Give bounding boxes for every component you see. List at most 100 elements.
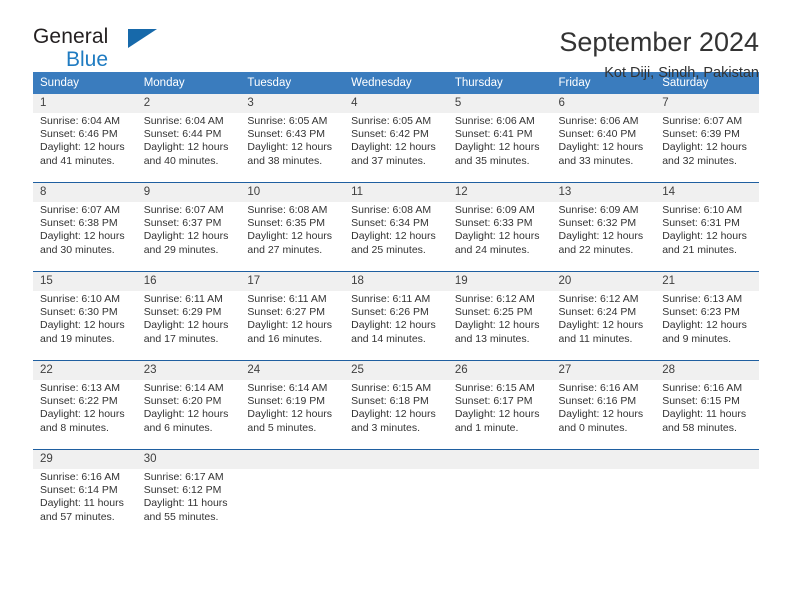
day-cell[interactable]: Sunrise: 6:14 AM Sunset: 6:19 PM Daylight:… [240, 380, 345, 442]
week-2-day-details: Sunrise: 6:07 AM Sunset: 6:38 PM Daylight:… [33, 202, 759, 264]
day-cell[interactable]: Sunrise: 6:12 AM Sunset: 6:25 PM Daylight:… [447, 291, 552, 353]
daylight-text-line1: Daylight: 12 hours [40, 141, 125, 154]
day-number[interactable]: 1 [33, 94, 137, 113]
daylight-text-line2: and 32 minutes. [662, 154, 737, 167]
day-number[interactable]: 3 [240, 94, 345, 113]
day-number[interactable]: 29 [33, 450, 137, 469]
day-number[interactable]: 27 [551, 361, 656, 380]
day-number[interactable]: 5 [447, 94, 552, 113]
day-cell[interactable]: Sunrise: 6:14 AM Sunset: 6:20 PM Daylight:… [136, 380, 241, 442]
day-number[interactable]: 16 [136, 272, 241, 291]
daylight-text-line1: Daylight: 12 hours [351, 408, 436, 421]
day-cell[interactable]: Sunrise: 6:12 AM Sunset: 6:24 PM Daylight:… [551, 291, 656, 353]
week-spacer-cell [33, 264, 759, 272]
day-cell[interactable]: Sunrise: 6:09 AM Sunset: 6:32 PM Daylight:… [551, 202, 656, 264]
sunrise-text: Sunrise: 6:10 AM [40, 293, 120, 305]
day-cell[interactable]: Sunrise: 6:16 AM Sunset: 6:15 PM Daylight:… [655, 380, 759, 442]
day-number[interactable]: 9 [136, 183, 241, 202]
day-number[interactable]: 26 [447, 361, 552, 380]
day-cell[interactable]: Sunrise: 6:11 AM Sunset: 6:26 PM Daylight:… [344, 291, 448, 353]
sunrise-text: Sunrise: 6:06 AM [558, 115, 639, 127]
day-number[interactable]: 7 [655, 94, 759, 113]
day-cell[interactable]: Sunrise: 6:16 AM Sunset: 6:16 PM Daylight:… [551, 380, 656, 442]
day-cell[interactable]: Sunrise: 6:11 AM Sunset: 6:29 PM Daylight:… [136, 291, 241, 353]
day-cell[interactable]: Sunrise: 6:08 AM Sunset: 6:35 PM Daylight:… [240, 202, 345, 264]
day-cell[interactable]: Sunrise: 6:07 AM Sunset: 6:38 PM Daylight:… [33, 202, 137, 264]
daylight-text-line2: and 40 minutes. [143, 154, 219, 167]
day-number[interactable]: 30 [136, 450, 241, 469]
day-number[interactable]: 28 [655, 361, 759, 380]
day-number[interactable]: 6 [551, 94, 656, 113]
day-number[interactable]: 23 [136, 361, 241, 380]
daylight-text-line1: Daylight: 11 hours [143, 497, 228, 510]
sunrise-text: Sunrise: 6:06 AM [454, 115, 535, 127]
day-number[interactable]: 20 [551, 272, 656, 291]
day-cell-empty [551, 469, 656, 531]
sunrise-text: Sunrise: 6:11 AM [143, 293, 223, 305]
page-header: General Blue September 2024 Kot Diji, Si… [33, 0, 759, 81]
day-cell[interactable]: Sunrise: 6:06 AM Sunset: 6:41 PM Daylight:… [447, 113, 552, 175]
daylight-text-line2: and 25 minutes. [351, 243, 426, 256]
day-cell[interactable]: Sunrise: 6:05 AM Sunset: 6:42 PM Daylight:… [344, 113, 448, 175]
day-number[interactable]: 25 [344, 361, 448, 380]
logo-text-general: General [33, 25, 109, 48]
week-5-day-details: Sunrise: 6:16 AM Sunset: 6:14 PM Daylight:… [33, 469, 759, 531]
day-cell[interactable]: Sunrise: 6:13 AM Sunset: 6:22 PM Daylight:… [33, 380, 137, 442]
day-number[interactable]: 14 [655, 183, 759, 202]
logo-triangle-icon [128, 29, 157, 48]
daylight-text-line1: Daylight: 12 hours [247, 141, 333, 154]
daylight-text-line1: Daylight: 12 hours [143, 230, 229, 243]
day-cell[interactable]: Sunrise: 6:07 AM Sunset: 6:39 PM Daylight:… [655, 113, 759, 175]
daylight-text-line1: Daylight: 12 hours [143, 319, 229, 332]
sunrise-text: Sunrise: 6:08 AM [247, 204, 328, 216]
sunset-text: Sunset: 6:14 PM [40, 484, 118, 497]
week-2-day-numbers: 8 9 10 11 12 13 14 [33, 183, 759, 202]
sunset-text: Sunset: 6:30 PM [40, 306, 118, 319]
sunset-text: Sunset: 6:41 PM [454, 128, 533, 141]
sunset-text: Sunset: 6:22 PM [40, 395, 118, 408]
day-number[interactable]: 24 [240, 361, 345, 380]
day-cell[interactable]: Sunrise: 6:07 AM Sunset: 6:37 PM Daylight:… [136, 202, 241, 264]
day-cell[interactable]: Sunrise: 6:10 AM Sunset: 6:30 PM Daylight:… [33, 291, 137, 353]
sunset-text: Sunset: 6:12 PM [143, 484, 222, 497]
day-cell[interactable]: Sunrise: 6:16 AM Sunset: 6:14 PM Daylight:… [33, 469, 137, 531]
day-cell[interactable]: Sunrise: 6:08 AM Sunset: 6:34 PM Daylight:… [344, 202, 448, 264]
day-number[interactable]: 4 [344, 94, 448, 113]
day-number[interactable]: 8 [33, 183, 137, 202]
sunrise-text: Sunrise: 6:15 AM [454, 382, 535, 394]
day-cell[interactable]: Sunrise: 6:10 AM Sunset: 6:31 PM Daylight:… [655, 202, 759, 264]
day-cell[interactable]: Sunrise: 6:05 AM Sunset: 6:43 PM Daylight:… [240, 113, 345, 175]
day-number[interactable]: 2 [136, 94, 241, 113]
day-cell[interactable]: Sunrise: 6:15 AM Sunset: 6:17 PM Daylight:… [447, 380, 552, 442]
sunset-text: Sunset: 6:44 PM [143, 128, 222, 141]
day-cell[interactable]: Sunrise: 6:06 AM Sunset: 6:40 PM Daylight:… [551, 113, 656, 175]
sunset-text: Sunset: 6:40 PM [558, 128, 637, 141]
day-number[interactable]: 17 [240, 272, 345, 291]
day-number[interactable]: 15 [33, 272, 137, 291]
day-number[interactable]: 13 [551, 183, 656, 202]
week-3-day-details: Sunrise: 6:10 AM Sunset: 6:30 PM Daylight:… [33, 291, 759, 353]
daylight-text-line2: and 1 minute. [454, 421, 519, 434]
day-number[interactable]: 19 [447, 272, 552, 291]
daylight-text-line1: Daylight: 12 hours [351, 230, 436, 243]
day-cell[interactable]: Sunrise: 6:09 AM Sunset: 6:33 PM Daylight:… [447, 202, 552, 264]
day-number[interactable]: 10 [240, 183, 345, 202]
sunset-text: Sunset: 6:27 PM [247, 306, 326, 319]
day-cell[interactable]: Sunrise: 6:04 AM Sunset: 6:44 PM Daylight:… [136, 113, 241, 175]
day-number[interactable]: 11 [344, 183, 448, 202]
day-number[interactable]: 18 [344, 272, 448, 291]
day-number [551, 450, 656, 469]
daylight-text-line2: and 11 minutes. [558, 332, 633, 345]
day-cell[interactable]: Sunrise: 6:11 AM Sunset: 6:27 PM Daylight:… [240, 291, 345, 353]
sunrise-text: Sunrise: 6:15 AM [351, 382, 432, 394]
day-number[interactable]: 22 [33, 361, 137, 380]
day-number[interactable]: 21 [655, 272, 759, 291]
day-number[interactable]: 12 [447, 183, 552, 202]
day-number [344, 450, 448, 469]
calendar-body: 1 2 3 4 5 6 7 Sunrise: 6:04 AM Sunset: 6:… [33, 94, 759, 531]
day-cell[interactable]: Sunrise: 6:04 AM Sunset: 6:46 PM Daylight:… [33, 113, 137, 175]
day-cell[interactable]: Sunrise: 6:17 AM Sunset: 6:12 PM Daylight:… [136, 469, 241, 531]
week-1-day-numbers: 1 2 3 4 5 6 7 [33, 94, 759, 113]
day-cell[interactable]: Sunrise: 6:15 AM Sunset: 6:18 PM Daylight:… [344, 380, 448, 442]
day-cell[interactable]: Sunrise: 6:13 AM Sunset: 6:23 PM Daylight:… [655, 291, 759, 353]
